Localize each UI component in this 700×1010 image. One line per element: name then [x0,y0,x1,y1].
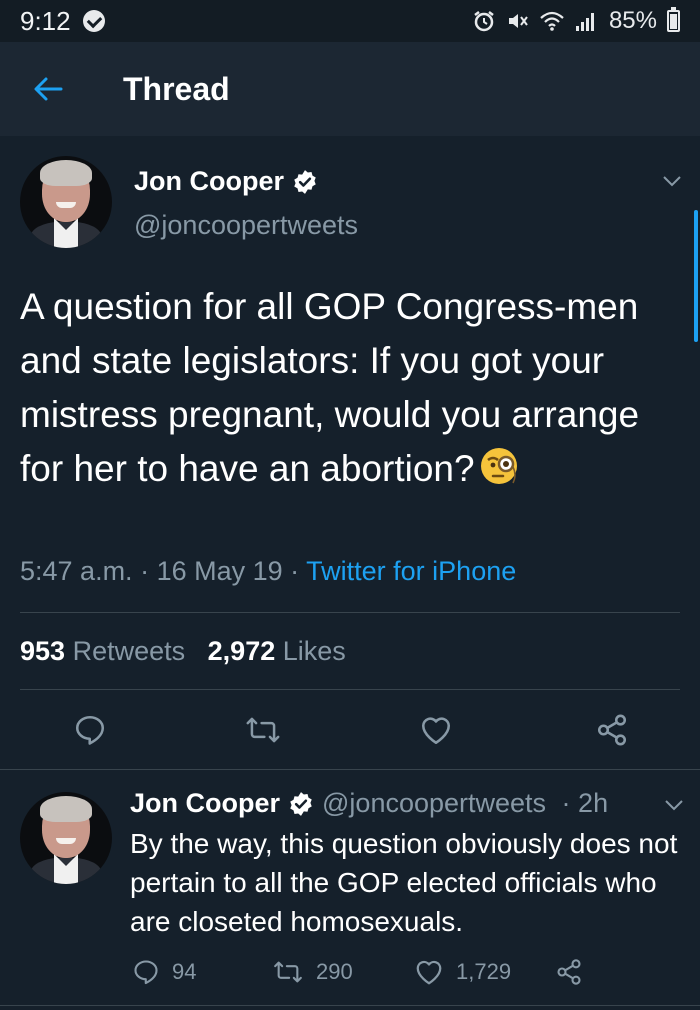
reply-reply-button[interactable]: 94 [132,958,196,986]
share-icon [597,714,627,746]
wifi-icon [539,9,565,33]
reply-header: Jon Cooper @joncoopertweets · 2h [130,788,609,819]
share-icon [557,959,581,985]
verified-badge-icon [294,169,316,194]
page-title: Thread [123,70,230,107]
battery-percent: 85% [608,7,657,34]
reply-like-button[interactable]: 1,729 [414,958,511,986]
reply-handle[interactable]: @joncoopertweets [322,788,546,819]
retweet-icon [274,961,302,983]
status-icons: 85% [471,7,680,35]
retweets-label[interactable]: Retweets [73,636,186,666]
avatar[interactable] [20,156,112,248]
battery-icon [667,7,680,32]
status-bar: 9:12 85% [0,0,700,42]
status-time: 9:12 [20,5,71,36]
heart-icon [421,717,451,745]
scrollbar[interactable] [694,210,698,342]
notification-icon [82,10,105,32]
tweet-date: 16 May 19 [156,556,283,586]
reply-retweet-button[interactable]: 290 [272,958,353,986]
signal-icon [573,9,599,33]
tweet-body: A question for all GOP Congress-men and … [20,286,640,489]
tweet-meta: 5:47 a.m. · 16 May 19 · Twitter for iPho… [20,556,517,586]
reply-icon [75,715,105,745]
retweet-icon [246,717,280,743]
mute-icon [505,9,531,33]
author-row: Jon Cooper [134,166,318,197]
divider [20,612,680,613]
back-arrow-icon[interactable] [33,74,63,104]
tweet-time: 5:47 a.m. [20,556,133,586]
retweets-count[interactable]: 953 [20,636,65,666]
tweet-text: A question for all GOP Congress-men and … [20,280,688,496]
reply-icon [134,960,158,985]
likes-count[interactable]: 2,972 [208,636,276,666]
divider [20,689,680,690]
reply-avatar[interactable] [20,792,112,884]
heart-icon [416,960,442,985]
alarm-icon [471,9,497,33]
face-with-monocle-emoji-icon [479,445,521,487]
reply-author-name[interactable]: Jon Cooper [130,788,280,819]
tweet-source-link[interactable]: Twitter for iPhone [306,556,516,586]
divider [0,1005,700,1006]
reply-button[interactable] [72,712,108,748]
author-name[interactable]: Jon Cooper [134,166,284,197]
thread-divider [0,769,700,770]
top-app-bar: Thread [0,42,700,136]
reply-age: 2h [578,788,609,818]
reply-text: By the way, this question obviously does… [130,828,678,937]
author-handle[interactable]: @joncoopertweets [134,210,358,241]
share-button[interactable] [594,712,630,748]
like-count: 1,729 [456,959,512,984]
verified-badge-icon [290,791,312,816]
retweet-button[interactable] [245,712,281,748]
chevron-down-icon[interactable] [662,174,682,188]
reply-share-button[interactable] [555,958,595,986]
chevron-down-icon[interactable] [664,798,684,812]
retweet-count: 290 [316,959,353,984]
reply-count: 94 [172,959,197,984]
like-button[interactable] [418,712,454,748]
likes-label[interactable]: Likes [283,636,346,666]
tweet-stats: 953 Retweets 2,972 Likes [20,636,346,667]
